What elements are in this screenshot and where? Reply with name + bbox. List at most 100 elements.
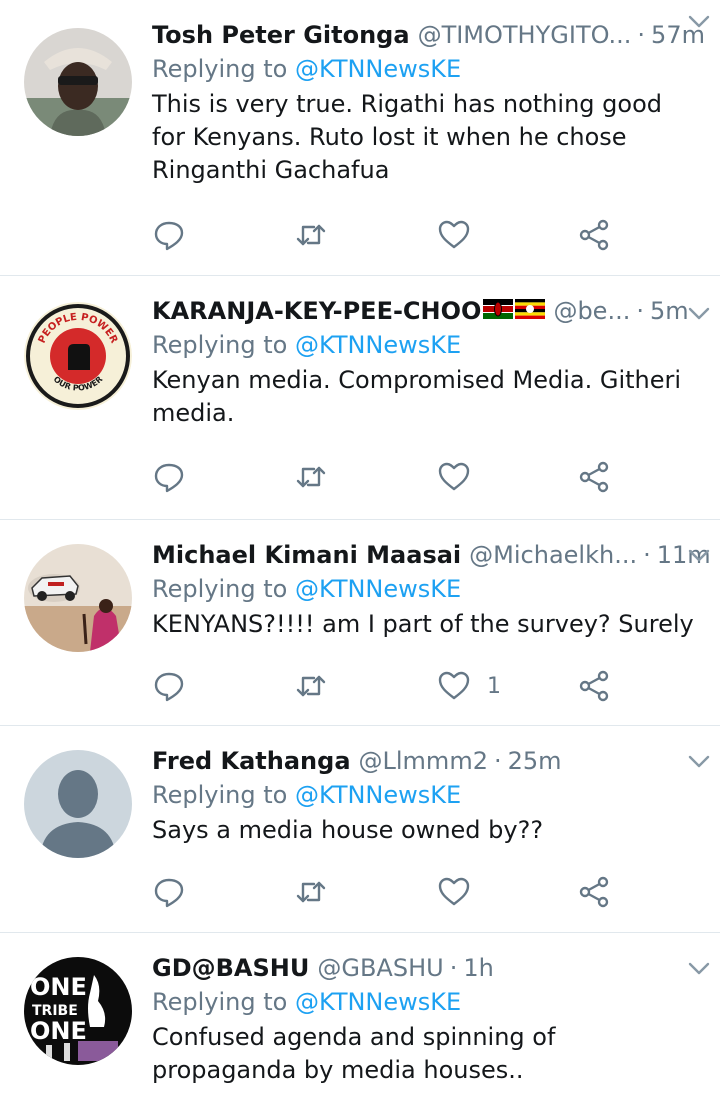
tweet-header: GD@BASHU @GBASHU · 1h <box>152 951 700 985</box>
tweet-content: Michael Kimani Maasai @Michaelkh... · 11… <box>152 538 711 641</box>
tweet-text: Confused agenda and spinning of propagan… <box>152 1023 556 1084</box>
timestamp[interactable]: 1h <box>463 951 493 985</box>
replying-handle-link[interactable]: @KTNNewsKE <box>295 55 461 83</box>
uganda-flag-icon <box>515 294 546 319</box>
share-icon <box>579 461 609 493</box>
replying-to: Replying to @KTNNewsKE <box>152 328 700 362</box>
kenya-flag-icon <box>483 294 514 319</box>
tweet[interactable]: Tosh Peter Gitonga @TIMOTHYGITO... · 57m… <box>0 0 720 276</box>
replying-handle-link[interactable]: @KTNNewsKE <box>295 331 461 359</box>
avatar-logo-text-3: ONE <box>30 1017 87 1045</box>
author-name[interactable]: KARANJA-KEY-PEE-CHOO <box>152 294 481 328</box>
reply-icon <box>154 878 184 908</box>
separator-dot: · <box>636 297 644 325</box>
action-bar: 1 <box>152 666 632 706</box>
replying-handle-link[interactable]: @KTNNewsKE <box>295 781 461 809</box>
tweet[interactable]: Fred Kathanga @Llmmm2 · 25m Replying to … <box>0 726 720 933</box>
tweet-header: Tosh Peter Gitonga @TIMOTHYGITO... · 57m <box>152 18 705 52</box>
timestamp[interactable]: 25m <box>508 744 562 778</box>
author-handle[interactable]: @Michaelkh... <box>469 538 637 572</box>
reply-button[interactable] <box>152 872 186 912</box>
tweet-content: GD@BASHU @GBASHU · 1h Replying to @KTNNe… <box>152 951 700 1087</box>
retweet-button[interactable] <box>294 457 328 497</box>
like-icon <box>438 220 470 249</box>
tweet-content: KARANJA-KEY-PEE-CHOO @be... · 5m Replyin… <box>152 294 700 430</box>
reply-icon <box>154 221 184 251</box>
share-icon <box>579 219 609 251</box>
tweet-content: Fred Kathanga @Llmmm2 · 25m Replying to … <box>152 744 700 847</box>
replying-handle-link[interactable]: @KTNNewsKE <box>295 988 461 1016</box>
reply-button[interactable] <box>152 457 186 497</box>
replying-label: Replying to <box>152 55 295 83</box>
author-name[interactable]: Michael Kimani Maasai <box>152 538 461 572</box>
share-button[interactable] <box>577 872 611 912</box>
replying-label: Replying to <box>152 781 295 809</box>
retweet-button[interactable] <box>294 872 328 912</box>
chevron-down-icon[interactable] <box>686 542 712 568</box>
author-handle[interactable]: @GBASHU <box>317 951 443 985</box>
replying-label: Replying to <box>152 331 295 359</box>
author-name[interactable]: GD@BASHU <box>152 951 309 985</box>
reply-button[interactable] <box>152 666 186 706</box>
author-name[interactable]: Tosh Peter Gitonga <box>152 18 410 52</box>
replying-label: Replying to <box>152 575 295 603</box>
share-button[interactable] <box>577 457 611 497</box>
author-name[interactable]: Fred Kathanga <box>152 744 351 778</box>
action-bar <box>152 457 632 497</box>
replying-to: Replying to @KTNNewsKE <box>152 572 700 606</box>
reply-feed: Tosh Peter Gitonga @TIMOTHYGITO... · 57m… <box>0 0 720 1094</box>
avatar[interactable] <box>24 750 132 858</box>
retweet-button[interactable] <box>294 215 328 255</box>
avatar[interactable]: ONE TRIBE ONE <box>24 957 132 1065</box>
chevron-down-icon[interactable] <box>686 955 712 981</box>
like-button[interactable]: 1 <box>437 666 501 706</box>
share-button[interactable] <box>577 215 611 255</box>
separator-dot: · <box>643 541 651 569</box>
reply-icon <box>154 463 184 493</box>
replying-to: Replying to @KTNNewsKE <box>152 985 700 1019</box>
tweet-text: Says a media house owned by?? <box>152 816 544 844</box>
author-handle[interactable]: @TIMOTHYGITO... <box>418 18 632 52</box>
tweet-content: Tosh Peter Gitonga @TIMOTHYGITO... · 57m… <box>152 18 705 187</box>
tweet[interactable]: Michael Kimani Maasai @Michaelkh... · 11… <box>0 520 720 726</box>
timestamp[interactable]: 5m <box>650 294 689 328</box>
avatar[interactable]: PEOPLE POWER OUR POWER <box>24 302 132 410</box>
like-button[interactable] <box>437 872 487 912</box>
avatar[interactable] <box>24 28 132 136</box>
tweet-header: Michael Kimani Maasai @Michaelkh... · 11… <box>152 538 711 572</box>
tweet[interactable]: ONE TRIBE ONE GD@BASHU @GBASHU · 1h Repl… <box>0 933 720 1094</box>
retweet-icon <box>296 466 326 488</box>
chevron-down-icon[interactable] <box>686 8 712 34</box>
reply-button[interactable] <box>152 215 186 255</box>
retweet-icon <box>296 675 326 697</box>
tweet-text: This is very true. Rigathi has nothing g… <box>152 90 662 184</box>
separator-dot: · <box>637 21 646 49</box>
retweet-button[interactable] <box>294 666 328 706</box>
like-icon <box>438 462 470 491</box>
tweet-text: KENYANS?!!!! am I part of the survey? Su… <box>152 610 694 638</box>
like-button[interactable] <box>437 215 487 255</box>
tweet-header: Fred Kathanga @Llmmm2 · 25m <box>152 744 700 778</box>
author-handle[interactable]: @be... <box>553 294 630 328</box>
tweet[interactable]: PEOPLE POWER OUR POWER KARANJA-KEY-PEE-C… <box>0 276 720 520</box>
tweet-text: Kenyan media. Compromised Media. Githeri… <box>152 366 682 427</box>
like-count: 1 <box>487 673 501 699</box>
separator-dot: · <box>493 747 502 775</box>
replying-to: Replying to @KTNNewsKE <box>152 778 700 812</box>
like-button[interactable] <box>437 457 487 497</box>
chevron-down-icon[interactable] <box>686 300 712 326</box>
retweet-icon <box>296 224 326 246</box>
like-icon <box>438 877 470 906</box>
avatar[interactable] <box>24 544 132 652</box>
action-bar <box>152 215 632 255</box>
action-bar <box>152 872 632 912</box>
chevron-down-icon[interactable] <box>686 748 712 774</box>
share-icon <box>579 670 609 702</box>
replying-to: Replying to @KTNNewsKE <box>152 52 700 86</box>
like-icon <box>438 671 470 700</box>
reply-icon <box>154 672 184 702</box>
replying-handle-link[interactable]: @KTNNewsKE <box>295 575 461 603</box>
share-button[interactable] <box>577 666 611 706</box>
separator-dot: · <box>449 954 458 982</box>
author-handle[interactable]: @Llmmm2 <box>359 744 488 778</box>
